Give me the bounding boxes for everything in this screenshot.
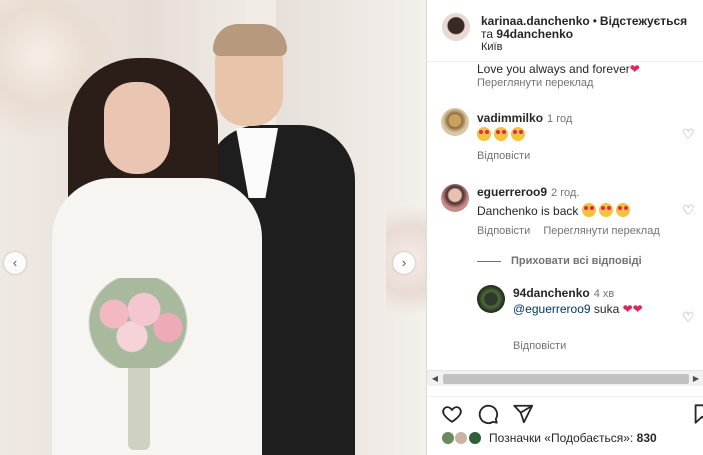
- reply-link[interactable]: Відповісти: [477, 225, 530, 237]
- reply-text: suka: [593, 302, 620, 316]
- heart-icon[interactable]: [441, 403, 463, 425]
- comment-avatar[interactable]: [441, 184, 469, 212]
- comments-list: Love you always and forever❤ Переглянути…: [427, 62, 703, 368]
- heart-eyes-emoji: [598, 203, 613, 217]
- liker-avatar: [467, 431, 482, 445]
- comment-text: Danchenko is back: [477, 204, 579, 218]
- caption-tail: Love you always and forever❤: [477, 62, 640, 76]
- caption-text: Love you always and forever: [477, 62, 630, 76]
- post-actions: [427, 396, 703, 426]
- comment-icon[interactable]: [477, 403, 499, 425]
- reply-body: @eguerreroo9 suka ❤❤: [513, 302, 643, 316]
- post-side-panel: karinaa.danchenko • Відстежується та 94dan…: [426, 0, 703, 455]
- header-line-2: та 94danchenko: [481, 27, 573, 41]
- comment-avatar[interactable]: [441, 108, 469, 136]
- scroll-right-arrow[interactable]: ▶: [690, 373, 702, 385]
- post-location[interactable]: Київ: [481, 41, 502, 53]
- caption-translate-link[interactable]: Переглянути переклад: [477, 77, 593, 89]
- comment-time[interactable]: 1 год: [547, 113, 572, 125]
- comment-actions: Відповісти Переглянути переклад: [477, 225, 660, 237]
- comment-header: eguerreroo9 2 год.: [477, 185, 579, 199]
- photo-man-hair: [213, 24, 287, 56]
- likes-summary[interactable]: Позначки «Подобається»: 830: [441, 431, 657, 449]
- conjunction: та: [481, 27, 494, 41]
- separator-dot: •: [592, 14, 597, 28]
- likes-label: Позначки «Подобається»:: [489, 431, 634, 445]
- bookmark-icon[interactable]: [691, 403, 703, 425]
- liker-avatar: [454, 431, 469, 445]
- author-avatar[interactable]: [442, 13, 470, 41]
- photo-bouquet: [78, 278, 198, 368]
- author-username[interactable]: karinaa.danchenko: [481, 14, 590, 28]
- reply-header: 94danchenko 4 хв: [513, 286, 614, 300]
- next-photo-button[interactable]: ›: [393, 252, 415, 274]
- comment-username[interactable]: eguerreroo9: [477, 185, 547, 199]
- coauthor-username[interactable]: 94danchenko: [496, 27, 573, 41]
- comment-username[interactable]: vadimmilko: [477, 111, 543, 125]
- reply-link[interactable]: Відповісти: [477, 150, 530, 162]
- translate-link[interactable]: Переглянути переклад: [543, 225, 659, 237]
- photo-bouquet-stems: [128, 360, 150, 450]
- heart-eyes-emoji: [615, 203, 630, 217]
- heart-eyes-emoji: [494, 127, 508, 141]
- reply-mention[interactable]: @eguerreroo9: [513, 302, 591, 316]
- heart-eyes-emoji: [511, 127, 525, 141]
- like-comment-icon[interactable]: ♡: [682, 127, 696, 141]
- photo-woman-face: [104, 82, 170, 174]
- liker-avatar: [441, 431, 455, 445]
- horizontal-scrollbar[interactable]: ◀ ▶: [427, 370, 703, 386]
- comment-emojis: [477, 127, 528, 142]
- smiling-hearts-emoji: [581, 203, 596, 217]
- following-button[interactable]: Відстежується: [600, 14, 687, 28]
- share-icon[interactable]: [512, 403, 534, 425]
- comment-time[interactable]: 2 год.: [551, 187, 579, 199]
- comment-body: Danchenko is back: [477, 203, 633, 218]
- scrollbar-thumb[interactable]: [443, 374, 689, 384]
- reply-avatar[interactable]: [477, 285, 505, 313]
- heart-eyes-emoji: [477, 127, 491, 141]
- previous-photo-button[interactable]: ‹: [4, 252, 26, 274]
- red-heart-emoji: ❤❤: [622, 302, 643, 316]
- red-heart-emoji: ❤: [629, 62, 640, 76]
- reply-username[interactable]: 94danchenko: [513, 286, 590, 300]
- likes-count: 830: [636, 431, 657, 445]
- reply-time[interactable]: 4 хв: [594, 288, 615, 300]
- comment-header: vadimmilko 1 год: [477, 111, 572, 125]
- scroll-left-arrow[interactable]: ◀: [429, 373, 441, 385]
- reply-link[interactable]: Відповісти: [513, 340, 566, 352]
- header-line-1: karinaa.danchenko • Відстежується: [481, 14, 687, 28]
- post-photo: ‹ ›: [0, 0, 426, 455]
- like-comment-icon[interactable]: ♡: [682, 203, 696, 217]
- post-header: karinaa.danchenko • Відстежується та 94dan…: [427, 0, 703, 62]
- like-reply-icon[interactable]: ♡: [682, 310, 696, 324]
- hide-replies-button[interactable]: Приховати всі відповіді: [477, 255, 642, 267]
